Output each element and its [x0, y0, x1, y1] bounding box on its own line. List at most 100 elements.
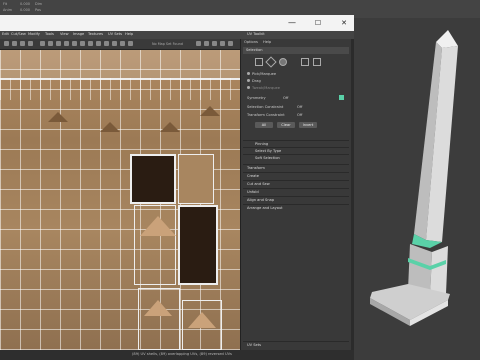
symmetry-label: Symmetry [247, 96, 266, 100]
menu-uv-sets[interactable]: UV Sets [108, 32, 122, 36]
transform-section[interactable]: Transform [243, 164, 349, 171]
unfold-section[interactable]: Unfold [243, 188, 349, 195]
uv-sets-section[interactable]: UV Sets [243, 341, 349, 348]
uv-shell-icon[interactable] [196, 41, 201, 46]
pyramid-uv-shell [48, 112, 68, 122]
menu-modify[interactable]: Modify [28, 32, 40, 36]
uv-strip-lines [0, 78, 240, 100]
pinning-section[interactable]: Pinning [243, 140, 349, 147]
frame-icon[interactable] [220, 41, 225, 46]
bg-label-3: Dim [35, 2, 43, 6]
select-mode-drag[interactable]: Drag [247, 79, 261, 83]
status-bar: (89) UV shells, (89) overlapping UVs, (8… [0, 350, 354, 360]
menu-textures[interactable]: Textures [88, 32, 103, 36]
status-text: (89) UV shells, (89) overlapping UVs, (8… [132, 352, 232, 356]
radio-icon [247, 86, 250, 89]
select-mode-label: Pick/Marquee [252, 72, 277, 76]
minimize-button[interactable]: — [286, 18, 298, 28]
menu-tools[interactable]: Tools [45, 32, 54, 36]
move-tool-icon[interactable] [12, 41, 17, 46]
uv-toolkit-panel: Options Help Selection Pick/Marquee Drag… [240, 39, 351, 350]
select-mode-tweak[interactable]: Tweak/Marquee [247, 86, 280, 90]
distortion-icon[interactable] [88, 41, 93, 46]
menu-image[interactable]: Image [73, 32, 84, 36]
exposure-icon[interactable] [96, 41, 101, 46]
bg-label-2: Anim [3, 8, 12, 12]
create-section[interactable]: Create [243, 172, 349, 179]
toolkit-menu-options[interactable]: Options [244, 40, 258, 44]
rotate-tool-icon[interactable] [20, 41, 25, 46]
pyramid-uv-shell [144, 300, 172, 316]
stats-icon[interactable] [212, 41, 217, 46]
select-all-button[interactable]: All [255, 122, 273, 128]
uv-shell-dark [178, 205, 218, 285]
toolkit-menu-help[interactable]: Help [263, 40, 271, 44]
select-tool-icon[interactable] [4, 41, 9, 46]
checker-icon[interactable] [72, 41, 77, 46]
bg-label-4: Pos [35, 8, 41, 12]
menubar: Edit Cut/Sew Modify Tools View Image Tex… [0, 31, 354, 39]
uv-editor-window: — ☐ ✕ Edit Cut/Sew Modify Tools View Ima… [0, 15, 354, 360]
pyramid-uv-shell [100, 122, 120, 132]
isolate-icon[interactable] [80, 41, 85, 46]
menu-help[interactable]: Help [125, 32, 133, 36]
shell-select-icon[interactable] [301, 58, 309, 66]
pyramid-uv-shell [140, 216, 176, 236]
gamma-icon[interactable] [104, 41, 109, 46]
uv-select-icon[interactable] [313, 58, 321, 66]
select-mode-label: Drag [252, 79, 261, 83]
edge-select-icon[interactable] [265, 56, 277, 68]
align-and-snap-section[interactable]: Align and Snap [243, 196, 349, 203]
uv-viewport[interactable] [0, 50, 240, 350]
selection-constraint-dropdown[interactable]: Off [297, 105, 302, 109]
bg-value-1: 0.000 [20, 2, 31, 6]
soft-selection-section[interactable]: Soft Selection [243, 154, 349, 161]
bg-label-1: Fit [3, 2, 8, 6]
uv-set-dropdown[interactable]: No Map Set Found [152, 42, 183, 46]
invert-button[interactable]: Invert [299, 122, 317, 128]
symmetry-toggle-icon[interactable] [339, 95, 344, 100]
grid-icon[interactable] [40, 41, 45, 46]
display-icon[interactable] [120, 41, 125, 46]
uv-toolbar: No Map Set Found [0, 39, 240, 50]
selection-constraint-label: Selection Constraint [247, 105, 284, 109]
settings-icon[interactable] [228, 41, 233, 46]
radio-icon [247, 72, 250, 75]
menu-cut-sew[interactable]: Cut/Sew [11, 32, 26, 36]
face-select-icon[interactable] [279, 58, 287, 66]
scale-tool-icon[interactable] [28, 41, 33, 46]
pyramid-uv-shell [200, 106, 220, 116]
menu-view[interactable]: View [60, 32, 69, 36]
pyramid-uv-shell [160, 122, 180, 132]
transform-constraint-label: Transform Constraint [247, 113, 285, 117]
radio-icon [247, 79, 250, 82]
cut-and-sew-section[interactable]: Cut and Sew [243, 180, 349, 187]
uv-shell-box [138, 288, 180, 350]
arrange-and-layout-section[interactable]: Arrange and Layout [243, 204, 349, 211]
snap-icon[interactable] [48, 41, 53, 46]
menu-edit[interactable]: Edit [2, 32, 9, 36]
uv-shell-box [178, 154, 214, 204]
maximize-button[interactable]: ☐ [312, 18, 324, 28]
select-mode-pick[interactable]: Pick/Marquee [247, 72, 276, 76]
uv-shell-dark [130, 154, 176, 204]
symmetry-dropdown[interactable]: Off [283, 96, 288, 100]
transform-constraint-dropdown[interactable]: Off [297, 113, 302, 117]
texture-icon[interactable] [56, 41, 61, 46]
window-titlebar[interactable]: — ☐ ✕ [0, 15, 354, 31]
bg-value-2: 0.000 [20, 8, 31, 12]
color-icon[interactable] [204, 41, 209, 46]
shading-icon[interactable] [64, 41, 69, 46]
toolkit-title: UV Toolkit [247, 32, 265, 36]
vertex-select-icon[interactable] [255, 58, 263, 66]
uv-strip-top [0, 50, 240, 80]
pyramid-uv-shell [188, 312, 216, 328]
clear-button[interactable]: Clear [277, 122, 295, 128]
select-mode-label: Tweak/Marquee [252, 86, 280, 90]
image-icon[interactable] [128, 41, 133, 46]
selection-section-header[interactable]: Selection [243, 47, 349, 54]
obelisk-3d-model [370, 30, 458, 326]
close-button[interactable]: ✕ [338, 18, 350, 28]
pixel-snap-icon[interactable] [112, 41, 117, 46]
select-by-type-section[interactable]: Select By Type [243, 147, 349, 154]
